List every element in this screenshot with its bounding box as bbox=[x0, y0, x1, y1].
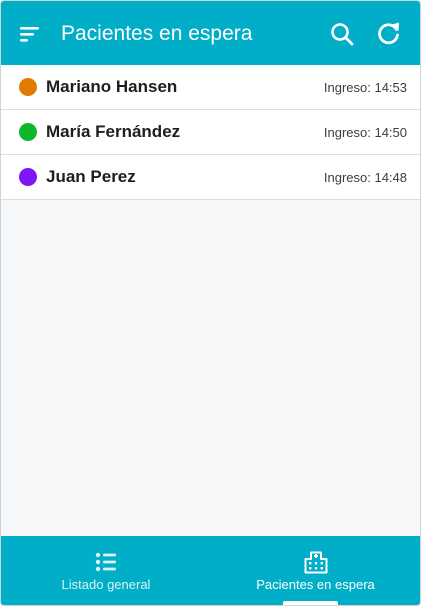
nav-item-listado-general[interactable]: Listado general bbox=[1, 536, 211, 605]
nav-label: Pacientes en espera bbox=[256, 577, 375, 592]
hospital-icon bbox=[304, 551, 327, 574]
waiting-patients-list: Mariano Hansen Ingreso: 14:53 María Fern… bbox=[1, 65, 420, 200]
admission-time: Ingreso: 14:53 bbox=[323, 80, 407, 95]
app-frame: Pacientes en espera Mariano Hansen Ingre… bbox=[0, 0, 421, 606]
active-tab-indicator bbox=[283, 601, 338, 605]
status-dot bbox=[19, 78, 37, 96]
page-title: Pacientes en espera bbox=[61, 22, 253, 45]
nav-item-pacientes-en-espera[interactable]: Pacientes en espera bbox=[211, 536, 420, 605]
admission-time: Ingreso: 14:48 bbox=[323, 170, 407, 185]
patient-name: Mariano Hansen bbox=[46, 77, 178, 96]
patient-row[interactable]: María Fernández Ingreso: 14:50 bbox=[1, 110, 420, 155]
refresh-icon bbox=[378, 22, 399, 45]
sort-menu-icon bbox=[20, 27, 39, 42]
list-icon bbox=[95, 552, 116, 572]
patient-name: Juan Perez bbox=[46, 167, 136, 186]
patient-row[interactable]: Juan Perez Ingreso: 14:48 bbox=[1, 155, 420, 200]
patient-name: María Fernández bbox=[46, 122, 181, 141]
patient-row[interactable]: Mariano Hansen Ingreso: 14:53 bbox=[1, 65, 420, 110]
admission-time: Ingreso: 14:50 bbox=[323, 125, 407, 140]
nav-label: Listado general bbox=[61, 577, 151, 592]
bottom-navigation: Listado general Pacientes en espera bbox=[1, 536, 420, 605]
search-icon bbox=[331, 23, 354, 46]
status-dot bbox=[19, 123, 37, 141]
top-app-bar: Pacientes en espera bbox=[1, 1, 420, 65]
status-dot bbox=[19, 168, 37, 186]
refresh-button[interactable] bbox=[375, 20, 402, 47]
sort-menu-button[interactable] bbox=[18, 23, 42, 45]
search-button[interactable] bbox=[329, 21, 355, 47]
